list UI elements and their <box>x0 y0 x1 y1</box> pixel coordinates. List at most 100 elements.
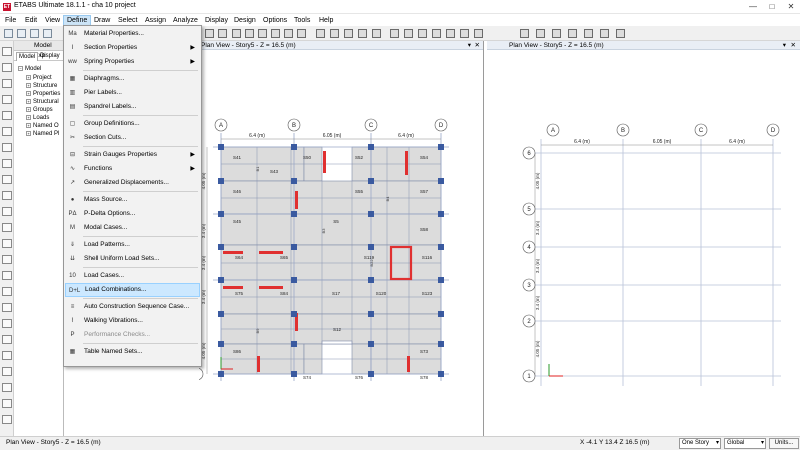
menu-item-diaphragms[interactable]: ▦ Diaphragms... <box>65 72 200 86</box>
column[interactable] <box>368 341 374 347</box>
expand-icon[interactable]: + <box>26 106 31 112</box>
menu-item-table-named-sets[interactable]: ▦ Table Named Sets... <box>65 345 200 359</box>
menu-item-load-combinations[interactable]: D+L Load Combinations... <box>65 283 200 297</box>
menu-file[interactable]: File <box>2 15 19 26</box>
column[interactable] <box>368 311 374 317</box>
close-button[interactable]: ✕ <box>782 0 800 14</box>
column[interactable] <box>291 178 297 184</box>
column[interactable] <box>291 144 297 150</box>
minimize-button[interactable]: — <box>744 0 762 14</box>
draw-brace-icon[interactable] <box>568 29 577 38</box>
tree-item-structure[interactable]: + Structure <box>26 82 57 90</box>
column[interactable] <box>291 211 297 217</box>
save-icon[interactable] <box>30 29 39 38</box>
column[interactable] <box>438 277 444 283</box>
grid-bubble-1[interactable] <box>199 368 204 380</box>
plan-view-icon[interactable] <box>232 29 241 38</box>
story-select[interactable]: One Story <box>679 438 721 449</box>
shear-wall[interactable] <box>323 151 326 173</box>
close-view-icon[interactable]: ✕ <box>475 41 480 50</box>
menu-design[interactable]: Design <box>231 15 259 26</box>
column[interactable] <box>438 211 444 217</box>
draw-dimension-icon[interactable] <box>2 223 12 232</box>
column[interactable] <box>438 244 444 250</box>
draw-section-cut-icon[interactable] <box>2 271 12 280</box>
draw-brace-icon[interactable] <box>2 127 12 136</box>
draw-line-icon[interactable] <box>536 29 545 38</box>
snap-points-icon[interactable] <box>2 351 12 360</box>
rubber-band-zoom-icon[interactable] <box>205 29 214 38</box>
shear-wall[interactable] <box>223 251 243 254</box>
show-loads-icon[interactable] <box>344 29 353 38</box>
column[interactable] <box>291 311 297 317</box>
expand-icon[interactable]: + <box>26 98 31 104</box>
menu-tools[interactable]: Tools <box>291 15 313 26</box>
column[interactable] <box>218 211 224 217</box>
column[interactable] <box>218 178 224 184</box>
show-deformed-icon[interactable] <box>358 29 367 38</box>
units-button[interactable]: Units... <box>769 438 799 449</box>
rotate-3d-icon[interactable] <box>258 29 267 38</box>
slab[interactable] <box>220 244 442 281</box>
move-up-icon[interactable] <box>284 29 293 38</box>
draw-grid-icon[interactable] <box>2 255 12 264</box>
tree-item-properties[interactable]: + Properties <box>26 90 60 98</box>
reshape-icon[interactable] <box>2 63 12 72</box>
column[interactable] <box>218 144 224 150</box>
force-diagram-icon[interactable] <box>474 29 483 38</box>
column[interactable] <box>438 341 444 347</box>
coord-system-select[interactable]: Global <box>724 438 766 449</box>
snap-icon[interactable] <box>2 303 12 312</box>
column[interactable] <box>218 311 224 317</box>
draw-area-icon[interactable] <box>584 29 593 38</box>
tree-item-groups[interactable]: + Groups <box>26 106 53 114</box>
run-analysis-icon[interactable] <box>390 29 399 38</box>
3d-view-icon[interactable] <box>218 29 227 38</box>
menu-item-p-delta-options[interactable]: PΔ P-Delta Options... <box>65 207 200 221</box>
menu-item-shell-uniform-load-sets[interactable]: ⇊ Shell Uniform Load Sets... <box>65 252 200 266</box>
menu-item-load-patterns[interactable]: ⇓ Load Patterns... <box>65 238 200 252</box>
snap-perpendicular-icon[interactable] <box>2 399 12 408</box>
menu-item-section-cuts[interactable]: ✂ Section Cuts... <box>65 131 200 145</box>
shear-wall[interactable] <box>295 191 298 209</box>
menu-item-auto-construction-sequence-case[interactable]: ≡ Auto Construction Sequence Case... <box>65 300 200 314</box>
tree-item-named-plots[interactable]: + Named Pl <box>26 130 59 138</box>
deformed-shape-icon[interactable] <box>460 29 469 38</box>
column[interactable] <box>368 144 374 150</box>
draw-floor-icon[interactable] <box>2 143 12 152</box>
select-pointer-icon[interactable] <box>520 29 529 38</box>
expand-icon[interactable]: + <box>26 122 31 128</box>
column[interactable] <box>368 371 374 377</box>
draw-wall-icon[interactable] <box>600 29 609 38</box>
snap-ends-icon[interactable] <box>2 367 12 376</box>
tree-item-model[interactable]: − Model <box>18 65 41 73</box>
undo-icon[interactable] <box>43 29 52 38</box>
menu-view[interactable]: View <box>42 15 63 26</box>
collapse-icon[interactable]: − <box>18 65 23 71</box>
shear-wall[interactable] <box>259 286 283 289</box>
menu-item-section-properties[interactable]: I Section Properties ▶ <box>65 41 200 55</box>
shear-wall[interactable] <box>259 251 283 254</box>
menu-edit[interactable]: Edit <box>22 15 40 26</box>
menu-item-strain-gauges-properties[interactable]: ⊟ Strain Gauges Properties ▶ <box>65 148 200 162</box>
expand-icon[interactable]: + <box>26 82 31 88</box>
lock-model-icon[interactable] <box>404 29 413 38</box>
expand-icon[interactable]: + <box>26 130 31 136</box>
shear-wall[interactable] <box>223 286 243 289</box>
shear-wall[interactable] <box>407 356 410 372</box>
plan-view-left[interactable]: Plan View - Story5 - Z = 16.5 (m) ▾ ✕ A … <box>199 41 484 436</box>
draw-link-icon[interactable] <box>2 191 12 200</box>
expand-icon[interactable]: + <box>26 114 31 120</box>
show-undeformed-icon[interactable] <box>446 29 455 38</box>
open-icon[interactable] <box>17 29 26 38</box>
clear-selection-icon[interactable] <box>2 335 12 344</box>
menu-item-generalized-displacements[interactable]: ↗ Generalized Displacements... <box>65 176 200 190</box>
menu-help[interactable]: Help <box>316 15 336 26</box>
tree-item-structural[interactable]: + Structural <box>26 98 59 106</box>
perspective-icon[interactable] <box>271 29 280 38</box>
select-all-icon[interactable] <box>2 319 12 328</box>
pin-icon[interactable]: ▾ <box>468 41 471 50</box>
shear-wall[interactable] <box>405 151 408 175</box>
shear-wall[interactable] <box>257 356 260 372</box>
snap-intersections-icon[interactable] <box>2 383 12 392</box>
